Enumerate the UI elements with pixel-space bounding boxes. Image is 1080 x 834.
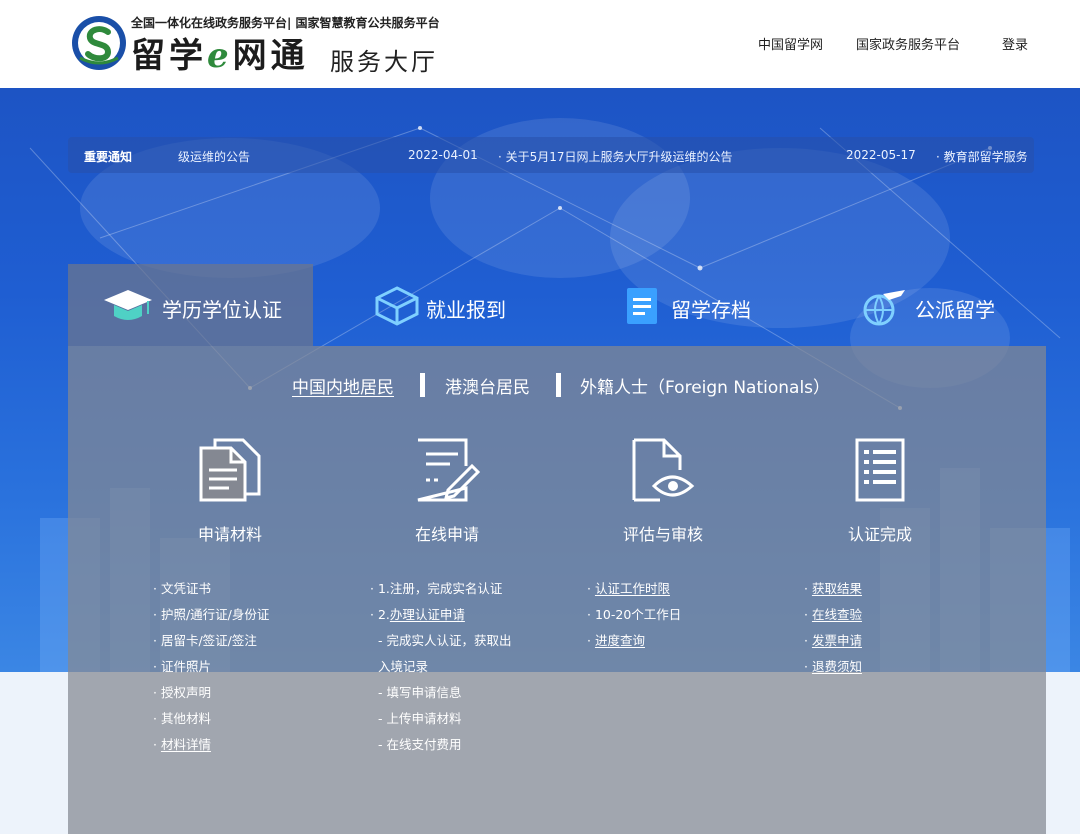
step-list-review: · 认证工作时限 · 10-20个工作日 · 进度查询 <box>587 578 681 656</box>
notice-label: 重要通知 <box>84 150 133 164</box>
step-item-text: · 1.注册，完成实名认证 <box>370 581 503 596</box>
subtab-foreign-nationals[interactable]: 外籍人士（Foreign Nationals） <box>580 373 830 398</box>
step-item-prefix: · <box>153 737 161 752</box>
step-title: 申请材料 <box>197 525 262 544</box>
step-link[interactable]: · 发票申请 <box>804 630 862 656</box>
step-item-text: · 护照/通行证/身份证 <box>153 607 270 622</box>
step-item-text[interactable]: 认证工作时限 <box>595 581 670 596</box>
subtab-separator <box>556 373 561 397</box>
step-item-text[interactable]: 退费须知 <box>812 659 862 674</box>
step-item: · 10-20个工作日 <box>587 604 681 630</box>
notice-date: 2022-05-17 <box>846 148 916 162</box>
logo-subtitle: 服务大厅 <box>330 48 438 76</box>
logo-emblem-icon <box>72 16 126 70</box>
step-title: 评估与审核 <box>622 525 703 544</box>
tab-label: 公派留学 <box>915 298 995 322</box>
tab-label: 留学存档 <box>671 298 751 322</box>
step-item-prefix: · <box>804 659 812 674</box>
step-item: · 护照/通行证/身份证 <box>153 604 269 630</box>
step-item: - 填写申请信息 <box>370 682 511 708</box>
step-item-prefix: · <box>804 581 812 596</box>
step-title: 在线申请 <box>414 525 479 544</box>
step-item-text: - 上传申请材料 <box>378 711 462 726</box>
step-item-text[interactable]: 获取结果 <box>812 581 862 596</box>
step-item: · 文凭证书 <box>153 578 269 604</box>
step-item: - 上传申请材料 <box>370 708 511 734</box>
step-link[interactable]: · 认证工作时限 <box>587 578 681 604</box>
notice-item[interactable]: 级运维的公告 <box>178 148 250 165</box>
step-item-text[interactable]: 发票申请 <box>812 633 862 648</box>
document-eye-icon <box>632 438 695 502</box>
step-link[interactable]: · 退费须知 <box>804 656 862 682</box>
step-list-materials: · 文凭证书 · 护照/通行证/身份证 · 居留卡/签证/签注 · 证件照片 · 授权声… <box>153 578 269 760</box>
notice-bar: 重要通知 级运维的公告 2022-04-01 · 关于5月17日网上服务大厅升级… <box>68 137 1034 173</box>
subtab-hk-macao-taiwan[interactable]: 港澳台居民 <box>445 373 530 398</box>
step-item-prefix: · <box>804 633 812 648</box>
step-item-prefix: · <box>587 581 595 596</box>
logo-brand: 留学e网通 <box>131 36 309 76</box>
site-header: 全国一体化在线政务服务平台| 国家智慧教育公共服务平台 留学e网通 服务大厅 中… <box>0 0 1080 88</box>
step-item: · 居留卡/签证/签注 <box>153 630 269 656</box>
step-item: - 在线支付费用 <box>370 734 511 760</box>
step-item-prefix: · 2. <box>370 607 390 622</box>
notice-item[interactable]: · 关于5月17日网上服务大厅升级运维的公告 <box>498 148 733 165</box>
brand-part-e: e <box>207 36 233 76</box>
step-item-text[interactable]: 进度查询 <box>595 633 645 648</box>
step-item-prefix: · <box>587 633 595 648</box>
step-item: · 1.注册，完成实名认证 <box>370 578 511 604</box>
subtab-mainland-residents[interactable]: 中国内地居民 <box>292 373 394 398</box>
step-item-text: · 居留卡/签证/签注 <box>153 633 257 648</box>
step-item: · 授权声明 <box>153 682 269 708</box>
step-item-text: · 授权声明 <box>153 685 211 700</box>
step-link[interactable]: · 进度查询 <box>587 630 681 656</box>
step-item-text: · 10-20个工作日 <box>587 607 682 622</box>
edit-form-icon <box>417 438 480 502</box>
documents-icon <box>199 438 261 502</box>
graduation-cap-icon <box>104 290 152 320</box>
nav-login[interactable]: 登录 <box>1002 34 1028 53</box>
step-item-text: - 完成实人认证，获取出 <box>378 633 512 648</box>
archive-icon <box>627 288 657 324</box>
subtab-separator <box>420 373 425 397</box>
step-item-text: · 文凭证书 <box>153 581 211 596</box>
step-item-text[interactable]: 材料详情 <box>161 737 211 752</box>
tab-degree-certification[interactable]: 学历学位认证 <box>68 264 313 346</box>
step-list-complete: · 获取结果 · 在线查验 · 发票申请 · 退费须知 <box>804 578 862 682</box>
step-list-online-apply: · 1.注册，完成实名认证 · 2.办理认证申请 - 完成实人认证，获取出 入境记录 -… <box>370 578 511 760</box>
step-item-text: · 证件照片 <box>153 659 211 674</box>
notice-item[interactable]: · 教育部留学服务 <box>936 148 1028 165</box>
step-item-text[interactable]: 在线查验 <box>812 607 862 622</box>
step-item-prefix: · <box>804 607 812 622</box>
checklist-icon <box>855 438 905 502</box>
step-link[interactable]: · 2.办理认证申请 <box>370 604 511 630</box>
brand-part-2: 网通 <box>232 36 309 76</box>
tab-label: 就业报到 <box>426 298 506 322</box>
nav-gov-service[interactable]: 国家政务服务平台 <box>856 34 960 53</box>
step-link[interactable]: · 材料详情 <box>153 734 269 760</box>
step-item: 入境记录 <box>370 656 511 682</box>
airplane-globe-icon <box>863 290 905 326</box>
step-item-text[interactable]: 办理认证申请 <box>390 607 465 622</box>
step-item-text: - 填写申请信息 <box>378 685 462 700</box>
step-title: 认证完成 <box>847 525 912 544</box>
brand-part-1: 留学 <box>131 36 207 76</box>
tab-label: 学历学位认证 <box>162 298 282 322</box>
tab-study-archive[interactable]: 留学存档 <box>557 264 802 346</box>
cube-shield-icon <box>375 286 419 326</box>
tab-employment-report[interactable]: 就业报到 <box>313 264 558 346</box>
step-item: · 其他材料 <box>153 708 269 734</box>
logo-slogan: 全国一体化在线政务服务平台| 国家智慧教育公共服务平台 <box>131 16 440 30</box>
step-item: · 证件照片 <box>153 656 269 682</box>
step-link[interactable]: · 在线查验 <box>804 604 862 630</box>
step-item-text: - 在线支付费用 <box>378 737 462 752</box>
step-item-text: 入境记录 <box>378 659 429 674</box>
notice-date: 2022-04-01 <box>408 148 478 162</box>
step-item: - 完成实人认证，获取出 <box>370 630 511 656</box>
tab-government-sponsored[interactable]: 公派留学 <box>801 264 1046 346</box>
nav-cscse[interactable]: 中国留学网 <box>758 34 823 53</box>
step-item-text: · 其他材料 <box>153 711 211 726</box>
step-link[interactable]: · 获取结果 <box>804 578 862 604</box>
